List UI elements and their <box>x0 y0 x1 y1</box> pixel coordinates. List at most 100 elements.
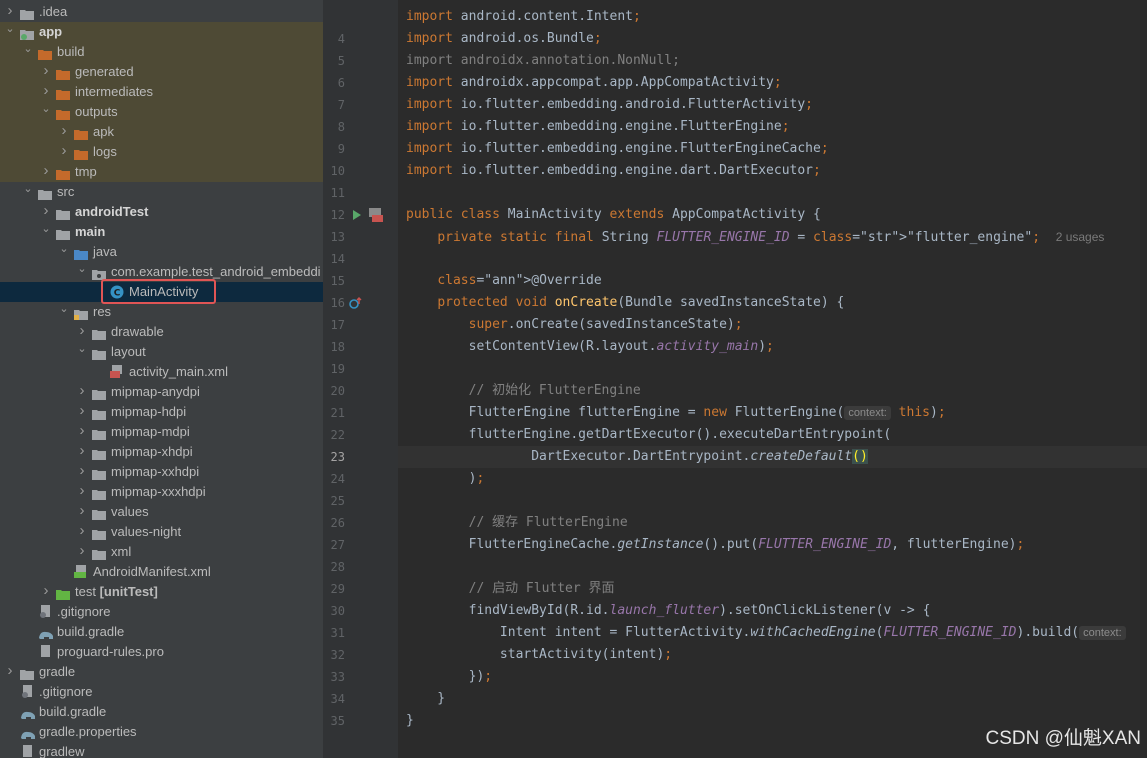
chevron-down-icon[interactable]: ⌄ <box>76 342 88 356</box>
tree-item[interactable]: ⌄ outputs <box>0 102 323 122</box>
tree-item[interactable]: › test [unitTest] <box>0 582 323 602</box>
code-line[interactable]: FlutterEngineCache.getInstance().put(FLU… <box>406 534 1025 556</box>
chevron-right-icon[interactable]: › <box>76 322 88 340</box>
tree-item[interactable]: › tmp <box>0 162 323 182</box>
tree-item[interactable]: ⌄ layout <box>0 342 323 362</box>
param-hint: context: <box>1079 626 1126 640</box>
code-line[interactable]: // 启动 Flutter 界面 <box>406 578 615 600</box>
code-line[interactable]: import io.flutter.embedding.android.Flut… <box>406 94 813 116</box>
chevron-right-icon[interactable]: › <box>58 142 70 160</box>
tree-item[interactable]: › values <box>0 502 323 522</box>
chevron-down-icon[interactable]: ⌄ <box>76 262 88 276</box>
tree-item[interactable]: › androidTest <box>0 202 323 222</box>
chevron-right-icon[interactable]: › <box>40 62 52 80</box>
code-line[interactable]: import io.flutter.embedding.engine.Flutt… <box>406 138 829 160</box>
code-line[interactable]: import android.content.Intent; <box>406 6 641 28</box>
chevron-right-icon[interactable]: › <box>76 402 88 420</box>
chevron-right-icon[interactable]: › <box>40 82 52 100</box>
run-gutter-icon[interactable] <box>352 209 362 221</box>
chevron-right-icon[interactable]: › <box>76 542 88 560</box>
code-line[interactable]: import io.flutter.embedding.engine.dart.… <box>406 160 821 182</box>
chevron-down-icon[interactable]: ⌄ <box>22 182 34 196</box>
tree-item[interactable]: ⌄ main <box>0 222 323 242</box>
code-line[interactable]: // 初始化 FlutterEngine <box>406 380 641 402</box>
chevron-right-icon[interactable]: › <box>40 202 52 220</box>
chevron-right-icon[interactable]: › <box>76 422 88 440</box>
chevron-right-icon[interactable]: › <box>40 162 52 180</box>
tree-item[interactable]: › mipmap-hdpi <box>0 402 323 422</box>
code-line[interactable]: // 缓存 FlutterEngine <box>406 512 628 534</box>
chevron-right-icon[interactable]: › <box>4 662 16 680</box>
code-line[interactable]: private static final String FLUTTER_ENGI… <box>406 226 1104 248</box>
tree-item[interactable]: › values-night <box>0 522 323 542</box>
tree-item[interactable]: › xml <box>0 542 323 562</box>
tree-item[interactable]: ⌄ res <box>0 302 323 322</box>
tree-item[interactable]: activity_main.xml <box>0 362 323 382</box>
tree-item[interactable]: ⌄ src <box>0 182 323 202</box>
code-line[interactable]: import androidx.annotation.NonNull; <box>406 50 680 72</box>
manifest-icon <box>74 565 88 578</box>
chevron-right-icon[interactable]: › <box>76 482 88 500</box>
code-line[interactable]: protected void onCreate(Bundle savedInst… <box>406 292 844 314</box>
code-line[interactable]: import androidx.appcompat.app.AppCompatA… <box>406 72 782 94</box>
chevron-right-icon[interactable]: › <box>76 442 88 460</box>
tree-item[interactable]: AndroidManifest.xml <box>0 562 323 582</box>
tree-item[interactable]: build.gradle <box>0 622 323 642</box>
tree-item[interactable]: › generated <box>0 62 323 82</box>
chevron-down-icon[interactable]: ⌄ <box>4 22 16 36</box>
tree-item[interactable]: proguard-rules.pro <box>0 642 323 662</box>
tree-item[interactable]: › mipmap-xhdpi <box>0 442 323 462</box>
code-line[interactable]: Intent intent = FlutterActivity.withCach… <box>406 622 1126 644</box>
tree-item[interactable]: › mipmap-xxhdpi <box>0 462 323 482</box>
tree-item[interactable]: build.gradle <box>0 702 323 722</box>
tree-item[interactable]: .gitignore <box>0 682 323 702</box>
code-line[interactable]: class="ann">@Override <box>406 270 601 292</box>
code-line[interactable]: }); <box>406 666 493 688</box>
line-number: 9 <box>337 142 345 156</box>
tree-item[interactable]: › logs <box>0 142 323 162</box>
line-number: 20 <box>330 384 345 398</box>
code-line[interactable]: setContentView(R.layout.activity_main); <box>406 336 774 358</box>
chevron-down-icon[interactable]: ⌄ <box>22 42 34 56</box>
code-line[interactable]: } <box>406 688 445 710</box>
chevron-down-icon[interactable]: ⌄ <box>58 242 70 256</box>
code-line[interactable]: DartExecutor.DartEntrypoint.createDefaul… <box>406 446 868 468</box>
code-line[interactable]: import android.os.Bundle; <box>406 28 602 50</box>
chevron-right-icon[interactable]: › <box>76 462 88 480</box>
tree-item[interactable]: › mipmap-anydpi <box>0 382 323 402</box>
tree-item[interactable]: › drawable <box>0 322 323 342</box>
tree-item[interactable]: ⌄ app <box>0 22 323 42</box>
code-line[interactable]: public class MainActivity extends AppCom… <box>406 204 821 226</box>
chevron-right-icon[interactable]: › <box>40 582 52 600</box>
tree-item[interactable]: › mipmap-xxxhdpi <box>0 482 323 502</box>
tree-item[interactable]: › mipmap-mdpi <box>0 422 323 442</box>
code-line[interactable]: findViewById(R.id.launch_flutter).setOnC… <box>406 600 931 622</box>
code-line[interactable]: super.onCreate(savedInstanceState); <box>406 314 743 336</box>
chevron-right-icon[interactable]: › <box>58 122 70 140</box>
chevron-down-icon[interactable]: ⌄ <box>40 222 52 236</box>
tree-item[interactable]: › gradle <box>0 662 323 682</box>
tree-item[interactable]: ⌄ build <box>0 42 323 62</box>
chevron-right-icon[interactable]: › <box>76 502 88 520</box>
code-editor[interactable]: import android.content.Intent; import and… <box>398 0 1147 758</box>
tree-item[interactable]: ⌄ java <box>0 242 323 262</box>
code-line[interactable]: startActivity(intent); <box>406 644 672 666</box>
code-line[interactable]: import io.flutter.embedding.engine.Flutt… <box>406 116 790 138</box>
xml-layout-gutter-icon[interactable] <box>368 207 384 223</box>
code-line[interactable]: ); <box>406 468 485 490</box>
override-gutter-icon[interactable] <box>349 296 363 310</box>
tree-item[interactable]: .gitignore <box>0 602 323 622</box>
chevron-down-icon[interactable]: ⌄ <box>40 102 52 116</box>
code-line[interactable]: } <box>406 710 414 732</box>
chevron-down-icon[interactable]: ⌄ <box>58 302 70 316</box>
tree-item[interactable]: › .idea <box>0 2 323 22</box>
code-line[interactable]: flutterEngine.getDartExecutor().executeD… <box>406 424 892 446</box>
tree-item[interactable]: › intermediates <box>0 82 323 102</box>
chevron-right-icon[interactable]: › <box>76 522 88 540</box>
tree-item[interactable]: › apk <box>0 122 323 142</box>
code-line[interactable]: FlutterEngine flutterEngine = new Flutte… <box>406 402 946 424</box>
tree-item[interactable]: gradlew <box>0 742 323 758</box>
chevron-right-icon[interactable]: › <box>76 382 88 400</box>
chevron-right-icon[interactable]: › <box>4 2 16 20</box>
tree-item[interactable]: gradle.properties <box>0 722 323 742</box>
